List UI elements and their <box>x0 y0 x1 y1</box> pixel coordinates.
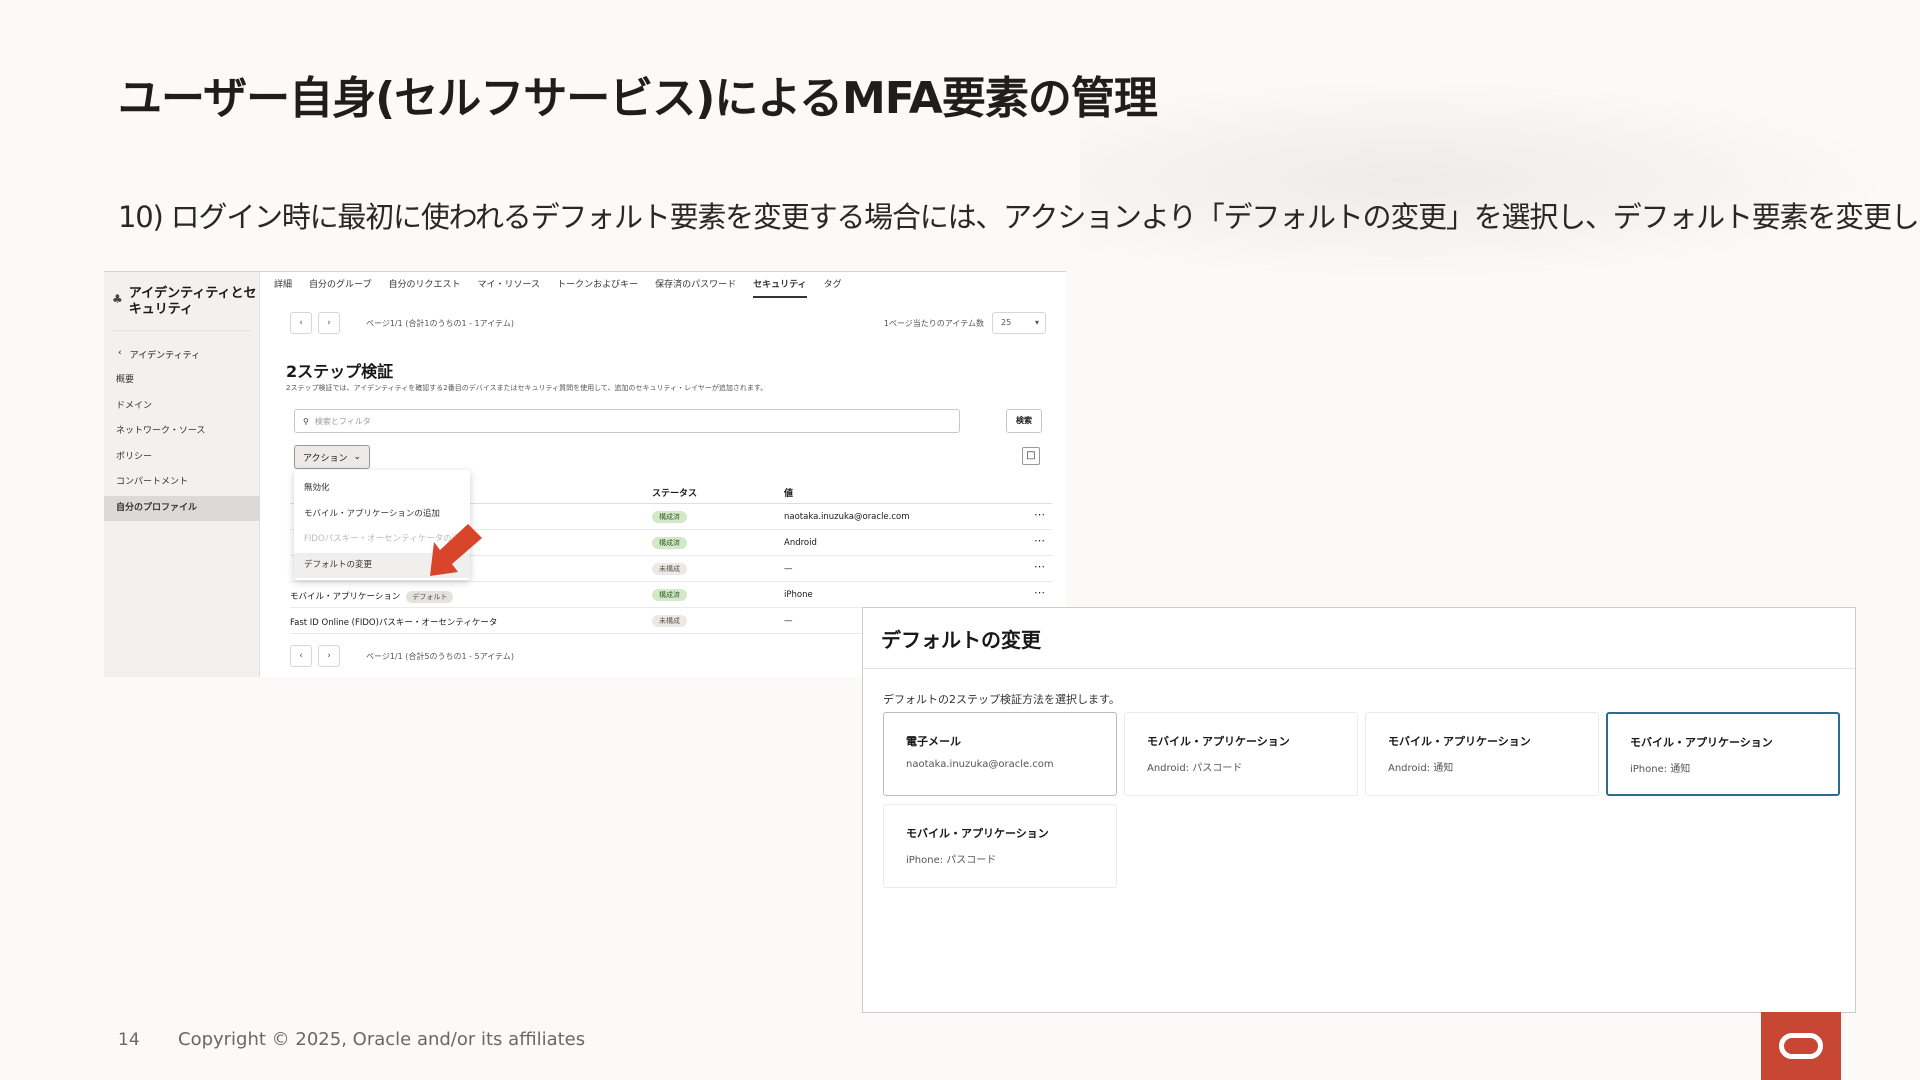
tab-my-groups[interactable]: 自分のグループ <box>309 272 371 298</box>
sidebar-divider <box>112 330 251 331</box>
next-page-button[interactable]: › <box>318 645 340 667</box>
option-subtitle: naotaka.inuzuka@oracle.com <box>906 759 1054 770</box>
sidebar-item-compartments[interactable]: コンパートメント <box>104 470 260 496</box>
section-title: 2ステップ検証 <box>286 362 394 381</box>
dialog-description: デフォルトの2ステップ検証方法を選択します。 <box>883 693 1120 706</box>
menu-item-disable[interactable]: 無効化 <box>294 476 470 502</box>
chevron-down-icon: ⌄ <box>353 452 362 462</box>
tab-saved-passwords[interactable]: 保存済のパスワード <box>655 272 736 298</box>
row-value: — <box>784 616 793 626</box>
status-badge: 構成済 <box>652 511 687 523</box>
per-page-value: 25 <box>1001 318 1012 327</box>
default-badge: デフォルト <box>406 591 454 603</box>
status-badge: 構成済 <box>652 537 687 549</box>
option-card-android-notification[interactable]: モバイル・アプリケーション Android: 通知 <box>1365 712 1599 796</box>
sidebar-list: 概要 ドメイン ネットワーク・ソース ポリシー コンパートメント 自分のプロファ… <box>104 368 260 521</box>
sidebar-brand-label: アイデンティティとセキュリティ <box>128 286 257 317</box>
profile-tabs: 詳細 自分のグループ 自分のリクエスト マイ・リソース トークンおよびキー 保存… <box>274 272 842 298</box>
tab-my-resources[interactable]: マイ・リソース <box>478 272 541 298</box>
tab-my-requests[interactable]: 自分のリクエスト <box>388 272 460 298</box>
more-actions-icon[interactable]: ⋯ <box>1034 586 1046 599</box>
pager-top: ‹ › ページ1/1 (合計1のうちの1 - 1アイテム) <box>290 312 514 334</box>
status-badge: 未構成 <box>652 563 687 575</box>
sidebar-back-link[interactable]: ‹ アイデンティティ <box>118 348 200 361</box>
slide-title: ユーザー自身(セルフサービス)によるMFA要素の管理 <box>118 73 1158 124</box>
column-status: ステータス <box>652 489 698 499</box>
sidebar-item-overview[interactable]: 概要 <box>104 368 260 394</box>
option-title: モバイル・アプリケーション <box>1388 735 1531 748</box>
identity-icon: ♣ <box>112 292 123 306</box>
search-input[interactable]: ⚲ 検索とフィルタ <box>294 409 960 433</box>
dialog-divider <box>863 668 1855 669</box>
row-value: — <box>784 564 793 574</box>
more-actions-icon[interactable]: ⋯ <box>1034 560 1046 573</box>
option-card-iphone-notification[interactable]: モバイル・アプリケーション iPhone: 通知 <box>1606 712 1840 796</box>
change-default-dialog: デフォルトの変更 デフォルトの2ステップ検証方法を選択します。 電子メール na… <box>862 607 1856 1013</box>
pager-top-text: ページ1/1 (合計1のうちの1 - 1アイテム) <box>366 318 514 328</box>
actions-label: アクション <box>302 453 348 464</box>
option-subtitle: iPhone: 通知 <box>1630 764 1691 775</box>
search-button[interactable]: 検索 <box>1006 409 1042 433</box>
tab-tags[interactable]: タグ <box>824 272 842 298</box>
slide-subtitle: 10) ログイン時に最初に使われるデフォルト要素を変更する場合には、アクションよ… <box>118 200 1920 234</box>
row-value: iPhone <box>784 590 813 600</box>
sidebar: ♣ アイデンティティとセキュリティ ‹ アイデンティティ 概要 ドメイン ネット… <box>104 272 260 677</box>
row-name: Fast ID Online (FIDO)パスキー・オーセンティケータ <box>290 618 498 628</box>
option-title: 電子メール <box>906 735 961 748</box>
sidebar-back-label: アイデンティティ <box>129 351 201 361</box>
option-subtitle: Android: パスコード <box>1147 763 1243 774</box>
prev-page-button[interactable]: ‹ <box>290 312 312 334</box>
next-page-button[interactable]: › <box>318 312 340 334</box>
option-title: モバイル・アプリケーション <box>1147 735 1290 748</box>
tab-tokens-keys[interactable]: トークンおよびキー <box>557 272 638 298</box>
column-value: 値 <box>784 489 794 499</box>
column-settings-icon[interactable]: □ <box>1022 447 1040 465</box>
tab-security[interactable]: セキュリティ <box>753 272 807 298</box>
oracle-logo-icon <box>1761 1012 1841 1080</box>
search-placeholder: 検索とフィルタ <box>314 416 371 426</box>
option-card-email[interactable]: 電子メール naotaka.inuzuka@oracle.com <box>883 712 1117 796</box>
option-card-iphone-passcode[interactable]: モバイル・アプリケーション iPhone: パスコード <box>883 804 1117 888</box>
table-row: モバイル・アプリケーション デフォルト 構成済 iPhone ⋯ <box>290 582 1052 608</box>
background-texture <box>1080 80 1900 280</box>
dialog-title: デフォルトの変更 <box>881 628 1041 652</box>
more-actions-icon[interactable]: ⋯ <box>1034 508 1046 521</box>
per-page-label: 1ページ当たりのアイテム数 <box>883 318 984 328</box>
row-value: Android <box>784 538 817 548</box>
caret-down-icon: ▾ <box>1034 318 1039 327</box>
chevron-left-icon: ‹ <box>118 348 122 358</box>
search-icon: ⚲ <box>303 416 309 426</box>
tab-details[interactable]: 詳細 <box>274 272 292 298</box>
option-title: モバイル・アプリケーション <box>1630 736 1773 749</box>
copyright: Copyright © 2025, Oracle and/or its affi… <box>178 1029 586 1050</box>
actions-button[interactable]: アクション ⌄ <box>294 445 370 469</box>
pager-bottom: ‹ › ページ1/1 (合計5のうちの1 - 5アイテム) <box>290 645 514 667</box>
oracle-logo-ring <box>1779 1033 1823 1059</box>
option-title: モバイル・アプリケーション <box>906 827 1049 840</box>
sidebar-item-policies[interactable]: ポリシー <box>104 445 260 471</box>
status-badge: 未構成 <box>652 615 687 627</box>
option-subtitle: iPhone: パスコード <box>906 855 997 866</box>
more-actions-icon[interactable]: ⋯ <box>1034 534 1046 547</box>
page-number: 14 <box>118 1030 140 1050</box>
sidebar-brand: ♣ アイデンティティとセキュリティ <box>112 286 259 318</box>
section-description: 2ステップ検証では、アイデンティティを確認する2番目のデバイスまたはセキュリティ… <box>286 384 768 392</box>
option-card-android-passcode[interactable]: モバイル・アプリケーション Android: パスコード <box>1124 712 1358 796</box>
sidebar-item-domains[interactable]: ドメイン <box>104 394 260 420</box>
row-name: モバイル・アプリケーション <box>290 592 401 602</box>
sidebar-item-network-sources[interactable]: ネットワーク・ソース <box>104 419 260 445</box>
row-value: naotaka.inuzuka@oracle.com <box>784 512 910 522</box>
pager-bottom-text: ページ1/1 (合計5のうちの1 - 5アイテム) <box>366 651 514 661</box>
option-subtitle: Android: 通知 <box>1388 763 1454 774</box>
per-page-select[interactable]: 25 ▾ <box>992 312 1046 334</box>
prev-page-button[interactable]: ‹ <box>290 645 312 667</box>
sidebar-item-my-profile[interactable]: 自分のプロファイル <box>104 495 260 521</box>
pointer-arrow-icon <box>430 524 482 576</box>
status-badge: 構成済 <box>652 589 687 601</box>
per-page: 1ページ当たりのアイテム数 25 ▾ <box>884 312 1046 334</box>
